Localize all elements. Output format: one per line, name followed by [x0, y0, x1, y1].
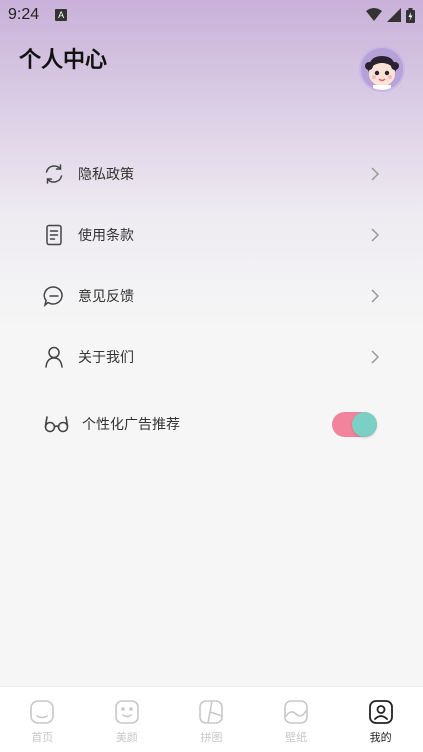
profile-icon	[368, 700, 393, 724]
beauty-face-icon	[115, 700, 139, 724]
status-right	[366, 7, 415, 23]
nav-item-mine[interactable]: 我的	[338, 687, 423, 752]
chevron-right-icon	[371, 167, 380, 181]
avatar-girl-icon	[361, 48, 403, 90]
menu-item-privacy-policy[interactable]: 隐私政策	[0, 149, 423, 199]
bottom-nav: 首页 美颜 拼图 壁纸 我的	[0, 686, 423, 752]
chat-icon	[42, 284, 66, 308]
menu-label-terms-of-use: 使用条款	[78, 228, 134, 244]
glasses-icon	[44, 412, 70, 436]
user-icon	[42, 345, 66, 369]
document-icon	[42, 223, 66, 247]
menu-label-personalized-ads: 个性化广告推荐	[82, 417, 180, 433]
menu-item-terms-of-use[interactable]: 使用条款	[0, 210, 423, 260]
nav-label-home: 首页	[31, 731, 54, 744]
wallpaper-icon	[284, 700, 308, 724]
nav-item-home[interactable]: 首页	[0, 687, 85, 752]
nav-label-mine: 我的	[369, 731, 392, 744]
collage-icon	[199, 700, 224, 724]
wifi-icon	[366, 8, 382, 21]
avatar[interactable]	[359, 46, 405, 92]
nav-label-beauty: 美颜	[115, 731, 138, 744]
personalized-ads-toggle[interactable]	[332, 412, 377, 437]
nav-label-collage: 拼图	[200, 731, 223, 744]
status-bar: 9:24 A	[0, 0, 423, 30]
status-time: 9:24	[8, 6, 40, 23]
signal-icon	[387, 8, 401, 22]
menu-label-feedback: 意见反馈	[78, 289, 134, 305]
nav-label-wallpaper: 壁纸	[285, 731, 308, 744]
notification-a-icon: A	[55, 9, 68, 21]
page-title: 个人中心	[19, 48, 108, 73]
refresh-icon	[42, 162, 66, 186]
chevron-right-icon	[371, 228, 380, 242]
chevron-right-icon	[371, 289, 380, 303]
home-icon	[30, 700, 55, 724]
nav-item-beauty[interactable]: 美颜	[85, 687, 170, 752]
menu-item-about-us[interactable]: 关于我们	[0, 332, 423, 382]
menu-label-about-us: 关于我们	[78, 350, 134, 366]
nav-item-wallpaper[interactable]: 壁纸	[254, 687, 339, 752]
menu-item-feedback[interactable]: 意见反馈	[0, 271, 423, 321]
menu-label-privacy-policy: 隐私政策	[78, 167, 134, 183]
chevron-right-icon	[371, 350, 380, 364]
nav-item-collage[interactable]: 拼图	[169, 687, 254, 752]
battery-icon	[406, 7, 415, 23]
toggle-knob	[352, 412, 377, 437]
